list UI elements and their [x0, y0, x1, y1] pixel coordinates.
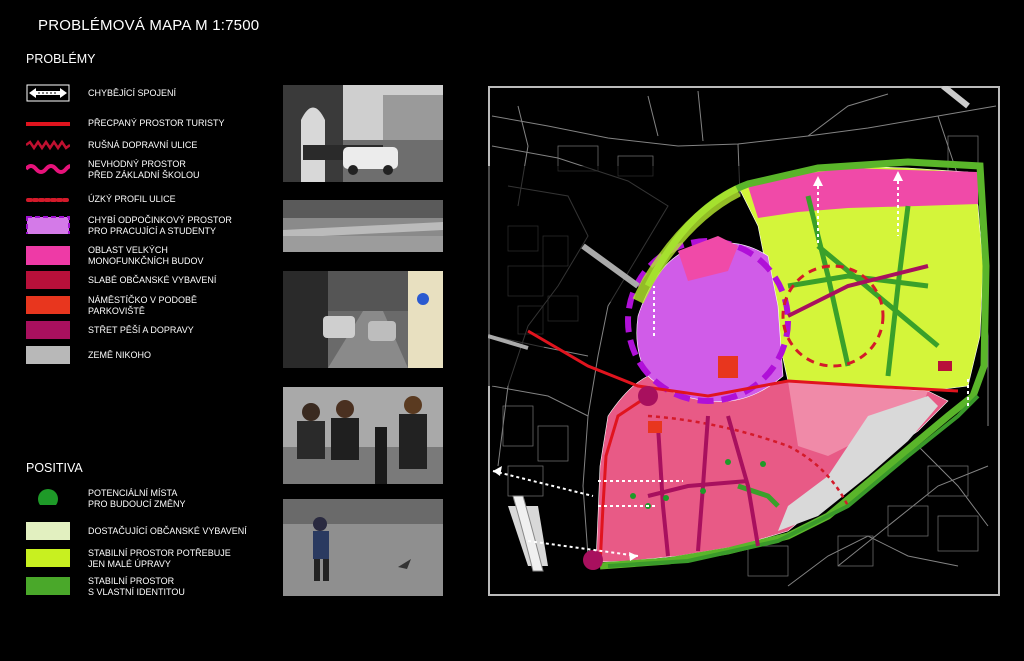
legend-item-stable-identity: STABILNÍ PROSTOR S VLASTNÍ IDENTITOU: [26, 576, 276, 601]
lime-area-icon: [26, 549, 70, 567]
green-area-icon: [26, 577, 70, 595]
legend-label: ÚZKÝ PROFIL ULICE: [88, 194, 176, 204]
legend-label: NÁMĚSTÍČKO V PODOBĚ PARKOVIŠTĚ: [88, 295, 198, 316]
legend-item-potential-places: POTENCIÁLNÍ MÍSTA PRO BUDOUCÍ ZMĚNY: [26, 487, 276, 511]
legend-item-weak-amenities: SLABÉ OBČANSKÉ VYBAVENÍ: [26, 271, 276, 295]
legend-item-monofunctional-buildings: OBLAST VELKÝCH MONOFUNKČNÍCH BUDOV: [26, 245, 276, 270]
orange-red-area-icon: [26, 296, 70, 314]
zigzag-line-icon: [26, 139, 70, 151]
legend-label: CHYBÍ ODPOČINKOVÝ PROSTOR PRO PRACUJÍCÍ …: [88, 215, 232, 236]
legend-label: OBLAST VELKÝCH MONOFUNKČNÍCH BUDOV: [88, 245, 204, 266]
legend-item-parking-square: NÁMĚSTÍČKO V PODOBĚ PARKOVIŠTĚ: [26, 295, 276, 320]
legend-item-pedestrian-traffic-conflict: STŘET PĚŠÍ A DOPRAVY: [26, 321, 276, 345]
magenta-area-icon: [26, 321, 70, 339]
photo-people-bench: [283, 387, 443, 484]
page-title: PROBLÉMOVÁ MAPA M 1:7500: [38, 17, 260, 34]
legend-label: PŘECPANÝ PROSTOR TURISTY: [88, 118, 225, 128]
grey-area-icon: [26, 346, 70, 364]
problem-map: [487, 83, 1000, 596]
legend-label: CHYBĚJÍCÍ SPOJENÍ: [88, 88, 177, 98]
photo-traffic-street: [283, 271, 443, 368]
legend-item-missing-connection: CHYBĚJÍCÍ SPOJENÍ: [26, 84, 276, 108]
legend-label: DOSTAČUJÍCÍ OBČANSKÉ VYBAVENÍ: [88, 526, 247, 536]
legend-item-narrow-street: ÚZKÝ PROFIL ULICE: [26, 191, 276, 215]
legend-item-stable-minor-adjustments: STABILNÍ PROSTOR POTŘEBUJE JEN MALÉ ÚPRA…: [26, 548, 276, 573]
pale-green-area-icon: [26, 522, 70, 540]
legend-label: RUŠNÁ DOPRAVNÍ ULICE: [88, 140, 198, 150]
legend-label: STABILNÍ PROSTOR S VLASTNÍ IDENTITOU: [88, 576, 185, 597]
photo-narrow-street: [283, 200, 443, 252]
legend-item-no-mans-land: ZEMĚ NIKOHO: [26, 346, 276, 370]
legend-item-busy-street: RUŠNÁ DOPRAVNÍ ULICE: [26, 136, 276, 160]
legend-item-school-space: NEVHODNÝ PROSTOR PŘED ZÁKLADNÍ ŠKOLOU: [26, 159, 276, 184]
legend-item-missing-rest-space: CHYBÍ ODPOČINKOVÝ PROSTOR PRO PRACUJÍCÍ …: [26, 215, 276, 240]
crimson-area-icon: [26, 271, 70, 289]
legend-label: STABILNÍ PROSTOR POTŘEBUJE JEN MALÉ ÚPRA…: [88, 548, 231, 569]
positives-heading: POSITIVA: [26, 461, 83, 475]
dotted-line-icon: [26, 198, 70, 202]
legend-label: STŘET PĚŠÍ A DOPRAVY: [88, 325, 194, 335]
dashed-circle-area-icon: [26, 216, 70, 234]
legend-item-sufficient-amenities: DOSTAČUJÍCÍ OBČANSKÉ VYBAVENÍ: [26, 522, 276, 546]
photo-child-pigeons: [283, 499, 443, 596]
green-dot-icon: [38, 489, 58, 505]
photo-bridge-tower-street: [283, 85, 443, 182]
pink-area-icon: [26, 246, 70, 265]
missing-connection-arrow-icon: [26, 84, 70, 102]
red-line-icon: [26, 122, 70, 126]
problems-heading: PROBLÉMY: [26, 52, 96, 66]
legend-label: ZEMĚ NIKOHO: [88, 350, 152, 360]
wavy-line-icon: [26, 164, 70, 174]
legend-label: POTENCIÁLNÍ MÍSTA PRO BUDOUCÍ ZMĚNY: [88, 488, 186, 509]
legend-label: NEVHODNÝ PROSTOR PŘED ZÁKLADNÍ ŠKOLOU: [88, 159, 200, 180]
legend-label: SLABÉ OBČANSKÉ VYBAVENÍ: [88, 275, 217, 285]
